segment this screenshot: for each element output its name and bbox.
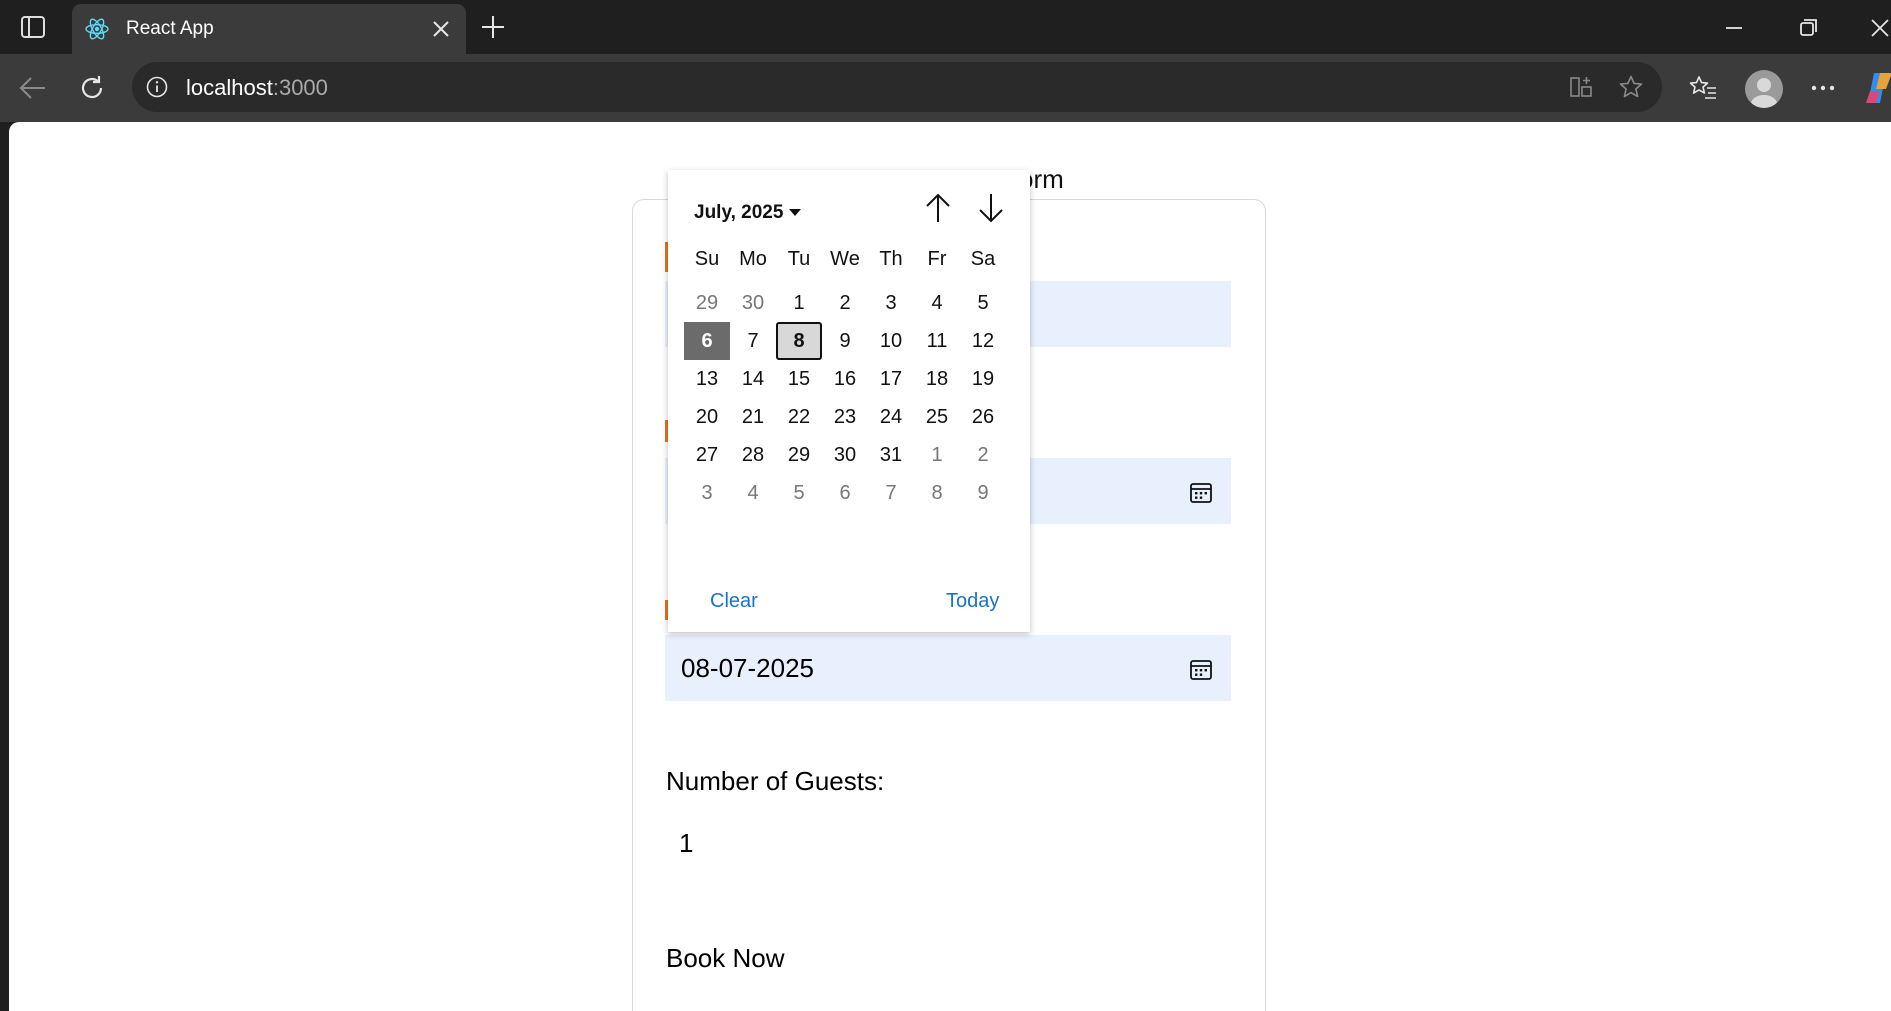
- calendar-day[interactable]: 29: [776, 436, 822, 474]
- calendar-day[interactable]: 8: [914, 474, 960, 512]
- previous-month-arrow-icon[interactable]: [920, 190, 956, 226]
- calendar-day[interactable]: 5: [776, 474, 822, 512]
- calendar-day[interactable]: 25: [914, 398, 960, 436]
- calendar-day[interactable]: 2: [960, 436, 1006, 474]
- calendar-day[interactable]: 19: [960, 360, 1006, 398]
- calendar-day[interactable]: 4: [914, 284, 960, 322]
- today-button[interactable]: Today: [946, 590, 999, 613]
- calendar-day[interactable]: 28: [730, 436, 776, 474]
- book-now-button[interactable]: Book Now: [666, 943, 785, 974]
- date-value: 08-07-2025: [681, 653, 814, 683]
- calendar-day[interactable]: 10: [868, 322, 914, 360]
- checkout-date-input[interactable]: 08-07-2025: [665, 635, 1231, 701]
- calendar-day[interactable]: 5: [960, 284, 1006, 322]
- calendar-day[interactable]: 14: [730, 360, 776, 398]
- calendar-day[interactable]: 17: [868, 360, 914, 398]
- calendar-week-row: 29 30 1 2 3 4 5: [684, 284, 1014, 322]
- favorites-button[interactable]: [1686, 71, 1720, 105]
- calendar-day[interactable]: 29: [684, 284, 730, 322]
- weekday-header: Su Mo Tu We Th Fr Sa: [684, 248, 1014, 271]
- calendar-day[interactable]: 21: [730, 398, 776, 436]
- calendar-icon[interactable]: [1189, 657, 1213, 681]
- browser-toolbar: localhost:3000: [0, 54, 1891, 122]
- calendar-day[interactable]: 4: [730, 474, 776, 512]
- weekday-label: Fr: [927, 248, 947, 270]
- browser-tab[interactable]: React App: [72, 4, 466, 54]
- favorite-star-icon[interactable]: [1618, 74, 1644, 100]
- weekday-label: Tu: [787, 248, 811, 270]
- weekday-label: Sa: [970, 248, 996, 270]
- calendar-day[interactable]: 30: [730, 284, 776, 322]
- close-tab-icon[interactable]: [430, 18, 452, 40]
- caret-down-icon: [789, 209, 802, 217]
- weekday-label: Th: [879, 248, 903, 270]
- reload-icon: [81, 76, 103, 99]
- back-button[interactable]: [16, 71, 50, 105]
- copilot-icon[interactable]: [1864, 69, 1891, 107]
- calendar-day-selected[interactable]: 6: [684, 322, 730, 360]
- calendar-week-row: 27 28 29 30 31 1 2: [684, 436, 1014, 474]
- calendar-day-today[interactable]: 8: [776, 322, 822, 360]
- calendar-day[interactable]: 15: [776, 360, 822, 398]
- calendar-day[interactable]: 2: [822, 284, 868, 322]
- back-arrow-icon: [19, 77, 45, 99]
- page-viewport: orm 08-07-2025 Number of Guests: 1 Book …: [9, 122, 1891, 1011]
- date-picker-popup: July, 2025 Su Mo Tu We Th Fr Sa 29 30 1 2 3 4 5 6 7 8 9 1…: [668, 170, 1030, 632]
- calendar-day[interactable]: 30: [822, 436, 868, 474]
- close-window-icon[interactable]: [1866, 14, 1891, 42]
- next-month-arrow-icon[interactable]: [973, 190, 1009, 226]
- calendar-day[interactable]: 12: [960, 322, 1006, 360]
- calendar-week-row: 20 21 22 23 24 25 26: [684, 398, 1014, 436]
- react-logo-icon: [85, 18, 109, 40]
- more-dots-icon: [1811, 85, 1835, 91]
- calendar-day[interactable]: 20: [684, 398, 730, 436]
- calendar-day[interactable]: 3: [868, 284, 914, 322]
- address-bar[interactable]: localhost:3000: [132, 62, 1662, 112]
- calendar-day[interactable]: 26: [960, 398, 1006, 436]
- calendar-day[interactable]: 3: [684, 474, 730, 512]
- profile-avatar[interactable]: [1745, 70, 1783, 108]
- calendar-day[interactable]: 22: [776, 398, 822, 436]
- split-screen-icon[interactable]: [1568, 74, 1594, 100]
- calendar-day[interactable]: 13: [684, 360, 730, 398]
- new-tab-icon[interactable]: [478, 12, 508, 42]
- calendar-day[interactable]: 9: [960, 474, 1006, 512]
- calendar-day[interactable]: 9: [822, 322, 868, 360]
- calendar-day[interactable]: 1: [776, 284, 822, 322]
- calendar-day[interactable]: 27: [684, 436, 730, 474]
- calendar-day[interactable]: 7: [868, 474, 914, 512]
- calendar-day[interactable]: 11: [914, 322, 960, 360]
- weekday-label: Su: [694, 248, 720, 270]
- month-year-selector[interactable]: July, 2025: [694, 202, 802, 224]
- clear-button[interactable]: Clear: [710, 590, 758, 613]
- calendar-week-row: 13 14 15 16 17 18 19: [684, 360, 1014, 398]
- calendar-day[interactable]: 18: [914, 360, 960, 398]
- reload-button[interactable]: [75, 71, 109, 105]
- calendar-icon[interactable]: [1189, 480, 1213, 504]
- settings-menu-button[interactable]: [1806, 71, 1840, 105]
- favorites-list-icon: [1689, 76, 1716, 99]
- calendar-day[interactable]: 23: [822, 398, 868, 436]
- tab-strip: React App: [0, 0, 1891, 54]
- minimize-icon[interactable]: [1720, 14, 1748, 42]
- weekday-label: We: [830, 248, 860, 270]
- calendar-day[interactable]: 1: [914, 436, 960, 474]
- site-info-icon[interactable]: [146, 76, 168, 98]
- calendar-day[interactable]: 6: [822, 474, 868, 512]
- tab-actions-icon[interactable]: [14, 12, 52, 42]
- tab-title: React App: [126, 18, 214, 39]
- calendar-week-row: 6 7 8 9 10 11 12: [684, 322, 1014, 360]
- url-text: localhost:3000: [186, 75, 328, 100]
- restore-icon[interactable]: [1794, 14, 1822, 42]
- calendar-day[interactable]: 16: [822, 360, 868, 398]
- calendar-week-row: 3456789: [684, 474, 1014, 512]
- calendar-day[interactable]: 7: [730, 322, 776, 360]
- guests-label: Number of Guests:: [666, 766, 885, 796]
- calendar-day[interactable]: 31: [868, 436, 914, 474]
- calendar-day[interactable]: 24: [868, 398, 914, 436]
- guests-input[interactable]: 1: [679, 828, 693, 859]
- weekday-label: Mo: [739, 248, 767, 270]
